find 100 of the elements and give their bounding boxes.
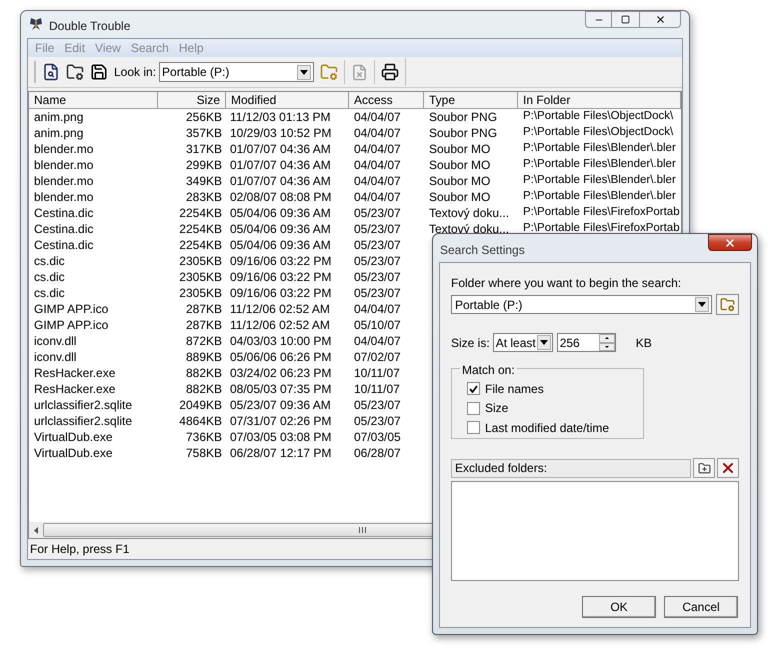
- table-cell: 05/04/06 09:36 AM: [230, 206, 331, 220]
- folder-combobox[interactable]: Portable (P:): [451, 295, 712, 314]
- table-cell-text: 882KB: [186, 381, 222, 398]
- table-cell: Soubor MO: [429, 174, 490, 188]
- table-cell: iconv.dll: [34, 334, 76, 348]
- table-cell: 07/02/07: [354, 350, 401, 364]
- table-cell: Soubor MO: [429, 190, 490, 204]
- table-cell: 05/23/07: [354, 206, 401, 220]
- table-cell: Cestina.dic: [34, 206, 94, 220]
- table-cell: 07/31/07 02:26 PM: [230, 414, 332, 428]
- table-cell: 07/03/05: [354, 430, 401, 444]
- table-cell: 10/29/03 10:52 PM: [230, 126, 332, 140]
- table-cell: 04/04/07: [354, 174, 401, 188]
- table-cell: 04/04/07: [354, 158, 401, 172]
- table-cell: 05/23/07: [354, 254, 401, 268]
- dialog-title: Search Settings: [440, 242, 525, 259]
- table-cell: 05/23/07 09:36 AM: [230, 398, 331, 412]
- column-header[interactable]: Type: [424, 92, 518, 109]
- table-cell: blender.mo: [34, 174, 94, 188]
- grip-icon: [358, 527, 366, 533]
- table-cell: 04/04/07: [354, 126, 401, 140]
- table-cell: blender.mo: [34, 158, 94, 172]
- table-cell: VirtualDub.exe: [34, 430, 112, 444]
- table-cell: blender.mo: [34, 190, 94, 204]
- dialog-button[interactable]: OK: [582, 596, 656, 618]
- table-cell: VirtualDub.exe: [34, 446, 112, 460]
- table-cell: Cestina.dic: [34, 222, 94, 236]
- checkbox[interactable]: [467, 402, 480, 415]
- table-cell-text: 2049KB: [179, 397, 222, 414]
- table-cell: 05/23/07: [354, 414, 401, 428]
- find-file-icon[interactable]: [42, 63, 60, 81]
- browse-folder-icon[interactable]: [320, 63, 338, 81]
- table-cell-text: 287KB: [186, 317, 222, 334]
- table-cell: GIMP APP.ico: [34, 318, 108, 332]
- table-cell: 05/23/07: [354, 238, 401, 252]
- new-folder-button[interactable]: [693, 458, 716, 478]
- table-cell: Soubor MO: [429, 142, 490, 156]
- table-cell: P:\Portable Files\Blender\.bler: [523, 142, 676, 154]
- table-cell: 03/24/02 06:23 PM: [230, 366, 332, 380]
- checkbox-label: Size: [485, 400, 508, 418]
- table-cell-text: 2254KB: [179, 237, 222, 254]
- table-cell: ResHacker.exe: [34, 366, 116, 380]
- close-button[interactable]: [639, 11, 681, 28]
- table-cell: 05/04/06 09:36 AM: [230, 222, 331, 236]
- table-cell-text: 317KB: [186, 141, 222, 158]
- table-cell: 08/05/03 07:35 PM: [230, 382, 332, 396]
- table-cell: 02/08/07 08:08 PM: [230, 190, 332, 204]
- dialog-button[interactable]: Cancel: [664, 596, 738, 618]
- table-cell: 04/04/07: [354, 302, 401, 316]
- table-cell: Cestina.dic: [34, 238, 94, 252]
- table-cell-text: 2305KB: [179, 253, 222, 270]
- table-cell: P:\Portable Files\Blender\.bler: [523, 190, 676, 202]
- size-spinbox[interactable]: 256: [556, 333, 616, 352]
- table-cell-text: 2305KB: [179, 285, 222, 302]
- table-cell-text: 256KB: [186, 109, 222, 126]
- checkbox[interactable]: [467, 421, 480, 434]
- browse-folder-button[interactable]: [716, 294, 739, 315]
- dropdown-arrow-icon: [698, 302, 706, 307]
- table-cell: anim.png: [34, 110, 84, 124]
- table-cell: cs.dic: [34, 270, 65, 284]
- scroll-left-icon[interactable]: [34, 526, 38, 534]
- table-cell-text: 357KB: [186, 125, 222, 142]
- status-text: For Help, press F1: [30, 541, 130, 558]
- column-header[interactable]: Modified: [226, 92, 349, 109]
- look-in-combobox[interactable]: Portable (P:): [159, 62, 314, 82]
- look-in-label: Look in:: [114, 64, 156, 81]
- checkmark-icon: [469, 384, 478, 393]
- table-cell: P:\Portable Files\FirefoxPortab: [523, 206, 680, 218]
- column-header[interactable]: Name: [29, 92, 158, 109]
- spin-up-icon[interactable]: [604, 337, 609, 340]
- save-icon[interactable]: [90, 63, 108, 81]
- table-cell-text: 349KB: [186, 173, 222, 190]
- folder-settings-icon[interactable]: [66, 63, 84, 81]
- table-cell: 01/07/07 04:36 AM: [230, 142, 331, 156]
- size-mode-combobox[interactable]: At least: [492, 333, 553, 352]
- maximize-button[interactable]: [612, 11, 639, 28]
- printer-icon[interactable]: [381, 63, 400, 81]
- table-cell-text: 758KB: [186, 445, 222, 462]
- window-title: Double Trouble: [49, 18, 130, 35]
- table-cell: 05/23/07: [354, 398, 401, 412]
- close-button[interactable]: [708, 234, 752, 251]
- column-header[interactable]: Size: [158, 92, 226, 109]
- table-cell: Textový doku...: [429, 206, 510, 220]
- checkbox[interactable]: [467, 382, 480, 396]
- column-header[interactable]: In Folder: [518, 92, 681, 109]
- maximize-icon: [621, 15, 630, 24]
- table-cell: P:\Portable Files\ObjectDock\: [523, 110, 674, 122]
- table-cell: urlclassifier2.sqlite: [34, 414, 132, 428]
- table-cell: 07/03/05 03:08 PM: [230, 430, 332, 444]
- remove-button[interactable]: [717, 458, 739, 478]
- column-header[interactable]: Access: [349, 92, 424, 109]
- size-unit: KB: [636, 334, 652, 352]
- table-cell: 04/04/07: [354, 110, 401, 124]
- table-cell: cs.dic: [34, 254, 65, 268]
- spin-down-icon[interactable]: [604, 346, 609, 348]
- butterfly-icon: [29, 17, 43, 31]
- table-cell: urlclassifier2.sqlite: [34, 398, 132, 412]
- folder-icon: [720, 297, 736, 312]
- table-cell: GIMP APP.ico: [34, 302, 108, 316]
- table-cell: blender.mo: [34, 142, 94, 156]
